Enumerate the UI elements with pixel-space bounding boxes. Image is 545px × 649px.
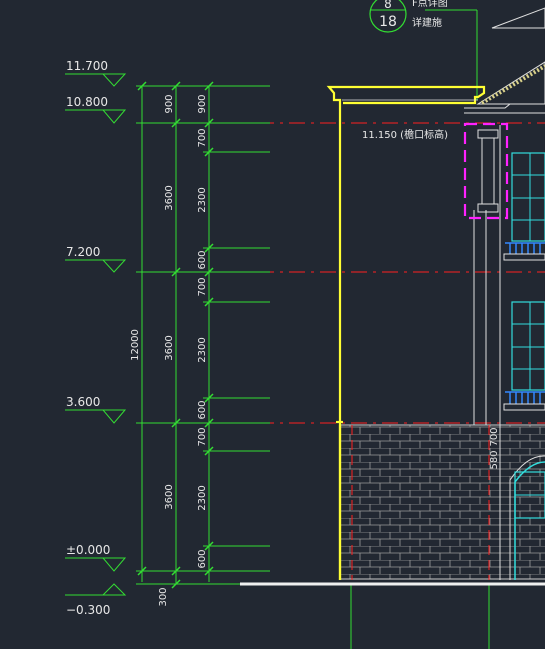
detail-note-line1: F点详图 (412, 0, 448, 9)
detail-marker-sheet: 18 (379, 14, 397, 30)
dim-detail-7: 600 (197, 400, 208, 419)
level-10800: 10.800 (66, 95, 108, 109)
level-11700: 11.700 (66, 59, 108, 73)
dim-detail-2: 700 (197, 128, 208, 147)
dim-plinth: 300 (158, 587, 169, 606)
detail-note-line2: 详建施 (412, 16, 442, 29)
dim-detail-4: 600 (197, 250, 208, 269)
dim-detail-5: 700 (197, 277, 208, 296)
dim-total: 12000 (130, 329, 141, 361)
dim-detail-3: 2300 (197, 187, 208, 212)
dim-storey-parapet: 900 (164, 94, 175, 113)
level-0000: ±0.000 (66, 543, 110, 557)
dim-storey-1: 3600 (164, 484, 175, 509)
dim-detail-9: 2300 (197, 485, 208, 510)
dim-detail-10: 600 (197, 549, 208, 568)
dim-detail-1: 900 (197, 94, 208, 113)
dim-detail-6: 2300 (197, 337, 208, 362)
dim-storey-3: 3600 (164, 185, 175, 210)
level-7200: 7.200 (66, 245, 100, 259)
elevation-drawing: 11.700 10.800 7.200 3.600 ±0.000 −0.300 … (0, 0, 545, 649)
eave-level-note: 11.150 (檐口标高) (362, 128, 448, 141)
dim-detail-8: 700 (197, 427, 208, 446)
dim-storey-2: 3600 (164, 335, 175, 360)
detail-marker-number: 8 (384, 0, 392, 11)
level-minus-300: −0.300 (66, 603, 110, 617)
level-3600: 3.600 (66, 395, 100, 409)
